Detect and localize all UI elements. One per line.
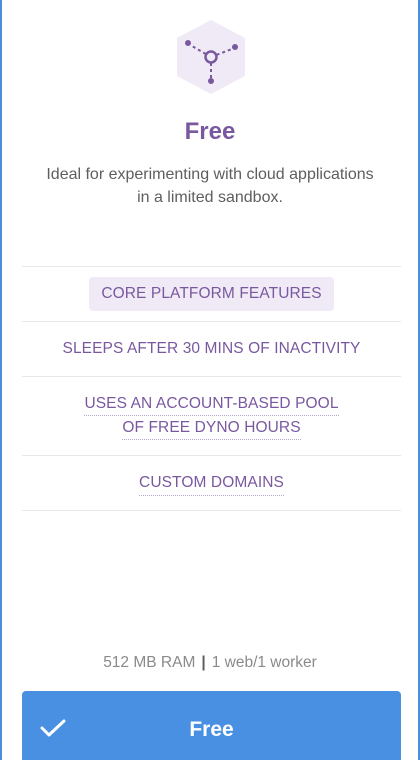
ram-spec: 512 MB RAM (103, 654, 196, 671)
feature-row: CORE PLATFORM FEATURES (22, 267, 401, 322)
plan-title: Free (184, 118, 236, 145)
spec-separator: | (201, 654, 206, 671)
plan-description: Ideal for experimenting with cloud appli… (46, 166, 374, 206)
feature-dyno-hours-line1: USES AN ACCOUNT-BASED POOL (84, 393, 339, 416)
feature-row: USES AN ACCOUNT-BASED POOL OF FREE DYNO … (22, 377, 401, 456)
feature-dyno-hours-line2: OF FREE DYNO HOURS (122, 417, 301, 440)
select-plan-label: Free (189, 718, 234, 741)
plan-card: Free Ideal for experimenting with cloud … (0, 0, 420, 760)
plan-specs: 512 MB RAM | 1 web/1 worker (2, 654, 418, 672)
feature-row: SLEEPS AFTER 30 MINS OF INACTIVITY (22, 322, 401, 377)
feature-custom-domains[interactable]: CUSTOM DOMAINS (139, 471, 284, 496)
dyno-node-icon (177, 20, 245, 94)
feature-list: CORE PLATFORM FEATURES SLEEPS AFTER 30 M… (22, 266, 401, 511)
feature-core-platform[interactable]: CORE PLATFORM FEATURES (89, 277, 334, 311)
feature-dyno-hours[interactable]: USES AN ACCOUNT-BASED POOL OF FREE DYNO … (84, 392, 339, 440)
select-plan-button[interactable]: Free (22, 691, 401, 760)
worker-spec: 1 web/1 worker (211, 654, 317, 671)
feature-sleeps: SLEEPS AFTER 30 MINS OF INACTIVITY (62, 340, 361, 357)
checkmark-icon (40, 719, 66, 737)
feature-row: CUSTOM DOMAINS (22, 456, 401, 511)
